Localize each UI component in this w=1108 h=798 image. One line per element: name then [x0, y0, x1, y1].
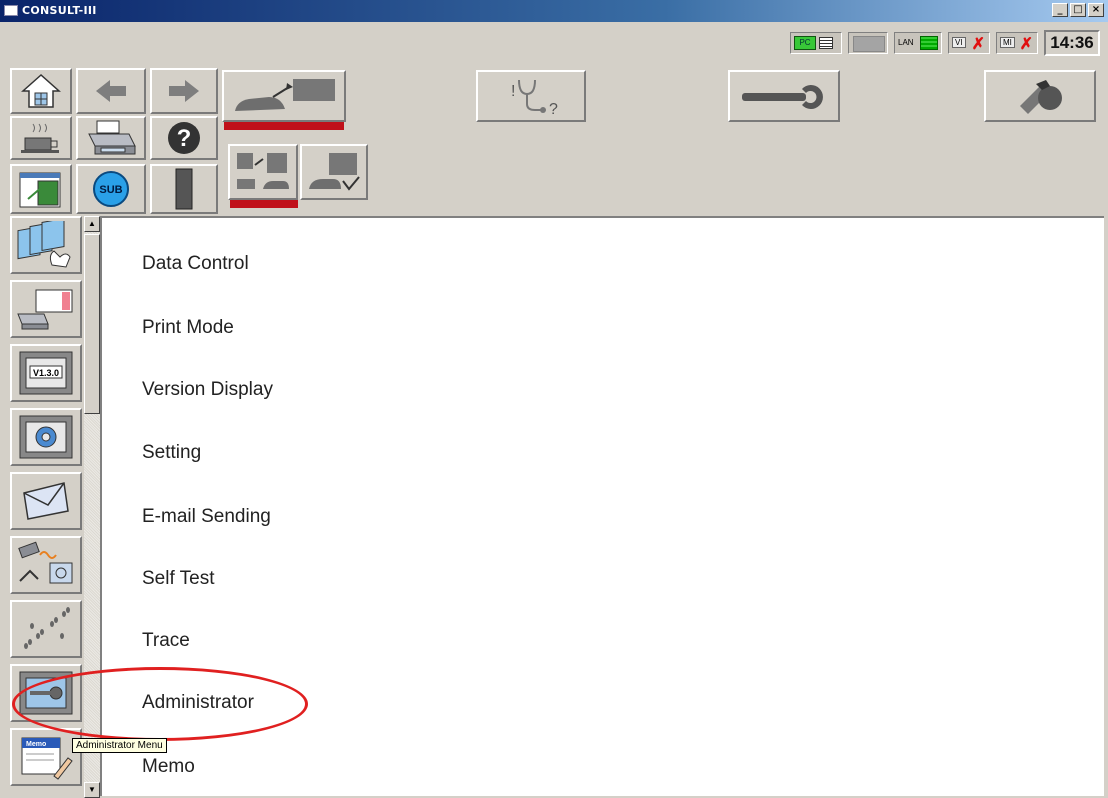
coffee-cup-icon [21, 123, 59, 153]
menu-item-administrator[interactable]: Administrator [142, 692, 254, 714]
scroll-down-icon[interactable]: ▼ [84, 782, 100, 798]
back-button[interactable] [76, 68, 146, 114]
wrench-icon [742, 85, 823, 109]
tools-button[interactable] [984, 70, 1096, 122]
error-x-icon: ✗ [1019, 36, 1033, 53]
toolbar: PC LAN VI ✗ MI ✗ 14:36 ? SUB ! ? [0, 22, 1108, 216]
lan-status-indicator: LAN [894, 32, 942, 54]
folders-hand-icon [17, 221, 71, 268]
sidebar: V1.3.0 Memo ▲ ▼ [0, 216, 100, 798]
sidebar-item-print-mode[interactable] [10, 280, 82, 338]
svg-text:SUB: SUB [99, 184, 122, 196]
mi-status-indicator: MI ✗ [996, 32, 1038, 54]
home-button[interactable] [10, 68, 72, 114]
maximize-button[interactable]: □ [1070, 3, 1086, 17]
sleep-button[interactable] [10, 116, 72, 160]
stethoscope-icon: ! ? [511, 79, 558, 116]
arrow-left-icon [96, 80, 126, 102]
diagnosis-button[interactable]: ! ? [476, 70, 586, 122]
car-screen-exchange-icon [237, 153, 289, 189]
app-icon [4, 5, 18, 16]
sidebar-item-data-control[interactable] [10, 216, 82, 274]
window-resize-button[interactable] [10, 164, 72, 214]
sidebar-item-setting[interactable] [10, 408, 82, 466]
menu-item-trace[interactable]: Trace [142, 630, 190, 652]
clock-display: 14:36 [1044, 30, 1100, 56]
sub-icon: SUB [93, 171, 129, 207]
tools-icon [1020, 80, 1062, 114]
sidebar-item-memo[interactable]: Memo [10, 728, 82, 786]
footprints-icon [24, 607, 70, 649]
minimize-button[interactable]: _ [1052, 3, 1068, 17]
envelope-icon [23, 482, 69, 520]
settings-gear-icon [19, 415, 73, 459]
help-button[interactable]: ? [150, 116, 218, 160]
sidebar-scrollbar[interactable]: ▲ ▼ [84, 216, 100, 798]
device-status-indicator [848, 32, 888, 54]
sidebar-item-self-test[interactable] [10, 536, 82, 594]
window-controls: _ □ × [1052, 3, 1104, 17]
pc-status-indicator: PC [790, 32, 842, 54]
battery-icon [175, 168, 193, 210]
menu-panel: Data Control Print Mode Version Display … [100, 216, 1104, 796]
sidebar-item-email-sending[interactable] [10, 472, 82, 530]
battery-button[interactable] [150, 164, 218, 214]
help-icon: ? [168, 122, 200, 154]
arrow-right-icon [169, 80, 199, 102]
title-bar: CONSULT-III _ □ × [0, 0, 1108, 22]
tooltip: Administrator Menu [72, 738, 167, 753]
resize-window-icon [19, 172, 61, 208]
self-test-icon [18, 541, 73, 584]
svg-text:!: ! [511, 83, 515, 100]
version-icon: V1.3.0 [19, 351, 73, 395]
window-title: CONSULT-III [22, 4, 97, 17]
car-to-screen-icon [235, 79, 335, 111]
home-icon [21, 73, 61, 108]
signal-bars-icon [819, 37, 833, 49]
sidebar-item-administrator[interactable] [10, 664, 82, 722]
print-button[interactable] [76, 116, 146, 160]
error-x-icon: ✗ [971, 36, 985, 53]
printer-icon [88, 120, 136, 155]
menu-item-version-display[interactable]: Version Display [142, 379, 273, 401]
sidebar-item-version-display[interactable]: V1.3.0 [10, 344, 82, 402]
sub-button[interactable]: SUB [76, 164, 146, 214]
status-strip: PC LAN VI ✗ MI ✗ 14:36 [790, 30, 1100, 56]
verify-button[interactable] [300, 144, 368, 200]
menu-item-memo[interactable]: Memo [142, 756, 195, 778]
menu-item-setting[interactable]: Setting [142, 442, 201, 464]
print-mode-icon [17, 289, 73, 330]
svg-text:?: ? [549, 101, 558, 116]
svg-text:?: ? [177, 125, 192, 152]
svg-text:V1.3.0: V1.3.0 [33, 368, 59, 378]
forward-button[interactable] [150, 68, 218, 114]
active-indicator [230, 200, 298, 208]
memo-pen-icon: Memo [21, 737, 73, 780]
sidebar-item-trace[interactable] [10, 600, 82, 658]
connect-vehicle-button[interactable] [222, 70, 346, 122]
lan-signal-icon [920, 36, 938, 50]
close-button[interactable]: × [1088, 3, 1104, 17]
car-screen-check-icon [309, 153, 360, 191]
menu-item-print-mode[interactable]: Print Mode [142, 317, 234, 339]
scroll-up-icon[interactable]: ▲ [84, 216, 100, 232]
menu-item-data-control[interactable]: Data Control [142, 253, 249, 275]
svg-text:Memo: Memo [26, 741, 46, 748]
menu-item-email-sending[interactable]: E-mail Sending [142, 506, 271, 528]
menu-item-self-test[interactable]: Self Test [142, 568, 215, 590]
vi-status-indicator: VI ✗ [948, 32, 990, 54]
repair-button[interactable] [728, 70, 840, 122]
active-indicator [224, 122, 344, 130]
scroll-thumb[interactable] [84, 234, 100, 414]
data-transfer-button[interactable] [228, 144, 298, 200]
key-icon [19, 671, 73, 715]
